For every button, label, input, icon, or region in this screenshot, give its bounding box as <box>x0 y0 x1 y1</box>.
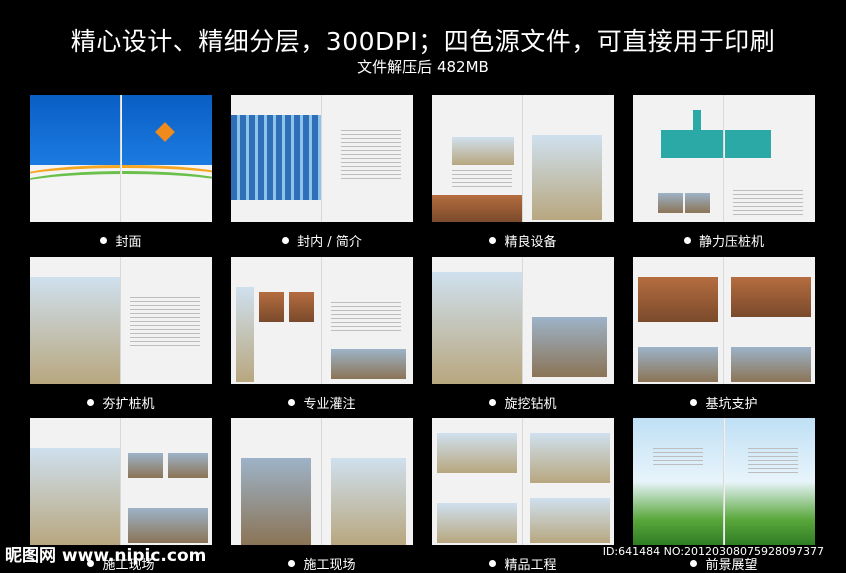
bullet-icon <box>288 399 296 406</box>
watermark-site: 昵图网 www.nipic.com <box>5 546 207 566</box>
spread-card[interactable]: 旋挖钻机 <box>432 257 614 412</box>
spread-thumbnail <box>231 257 413 384</box>
logo-icon <box>155 122 175 142</box>
spread-thumbnail <box>432 95 614 222</box>
spread-card[interactable]: 基坑支护 <box>633 257 815 412</box>
spread-label: 夯扩桩机 <box>102 397 155 412</box>
spread-thumbnail <box>231 418 413 545</box>
spread-label: 静力压桩机 <box>698 235 764 250</box>
spread-card[interactable]: 精品工程 <box>432 418 614 573</box>
spread-thumbnail <box>633 95 815 222</box>
spread-card[interactable]: 夯扩桩机 <box>30 257 212 412</box>
bullet-icon <box>683 237 691 244</box>
spread-card[interactable]: 静力压桩机 <box>633 95 815 250</box>
spread-label: 专业灌注 <box>303 397 356 412</box>
bullet-icon <box>489 560 497 567</box>
page-title: 精心设计、精细分层，300DPI；四色源文件，可直接用于印刷 <box>70 27 776 56</box>
spread-card[interactable]: 封内 / 简介 <box>231 95 413 250</box>
spread-label: 旋挖钻机 <box>504 397 557 412</box>
spread-label: 基坑支护 <box>705 397 758 412</box>
bullet-icon <box>489 237 497 244</box>
spread-thumbnail <box>432 257 614 384</box>
spread-thumbnail <box>30 95 212 222</box>
spread-label: 精品工程 <box>504 558 557 573</box>
page-subtitle: 文件解压后 482MB <box>357 58 489 76</box>
bullet-icon <box>100 237 108 244</box>
spread-thumbnail <box>30 418 212 545</box>
spread-label: 封面 <box>115 235 142 250</box>
spread-thumbnail <box>231 95 413 222</box>
spread-thumbnail <box>633 418 815 545</box>
spread-card[interactable]: 精良设备 <box>432 95 614 250</box>
bullet-icon <box>489 399 497 406</box>
bullet-icon <box>87 399 95 406</box>
spread-thumbnail <box>432 418 614 545</box>
spread-thumbnail <box>30 257 212 384</box>
spread-label: 施工现场 <box>303 558 356 573</box>
watermark-id: ID:641484 NO:20120308075928097377 <box>602 545 824 558</box>
brochure-grid: 封面 封内 / 简介 精良设备 静力压桩机 夯扩桩机 专业灌注 旋挖钻机 基坑支… <box>30 95 820 573</box>
spread-label: 精良设备 <box>504 235 557 250</box>
spread-card[interactable]: 专业灌注 <box>231 257 413 412</box>
bullet-icon <box>690 399 698 406</box>
spread-label: 封内 / 简介 <box>297 235 362 250</box>
spread-thumbnail <box>633 257 815 384</box>
spread-card[interactable]: 施工现场 <box>231 418 413 573</box>
bullet-icon <box>288 560 296 567</box>
bullet-icon <box>690 560 698 567</box>
bullet-icon <box>282 237 290 244</box>
spread-card[interactable]: 封面 <box>30 95 212 250</box>
spread-label: 前景展望 <box>705 558 758 573</box>
